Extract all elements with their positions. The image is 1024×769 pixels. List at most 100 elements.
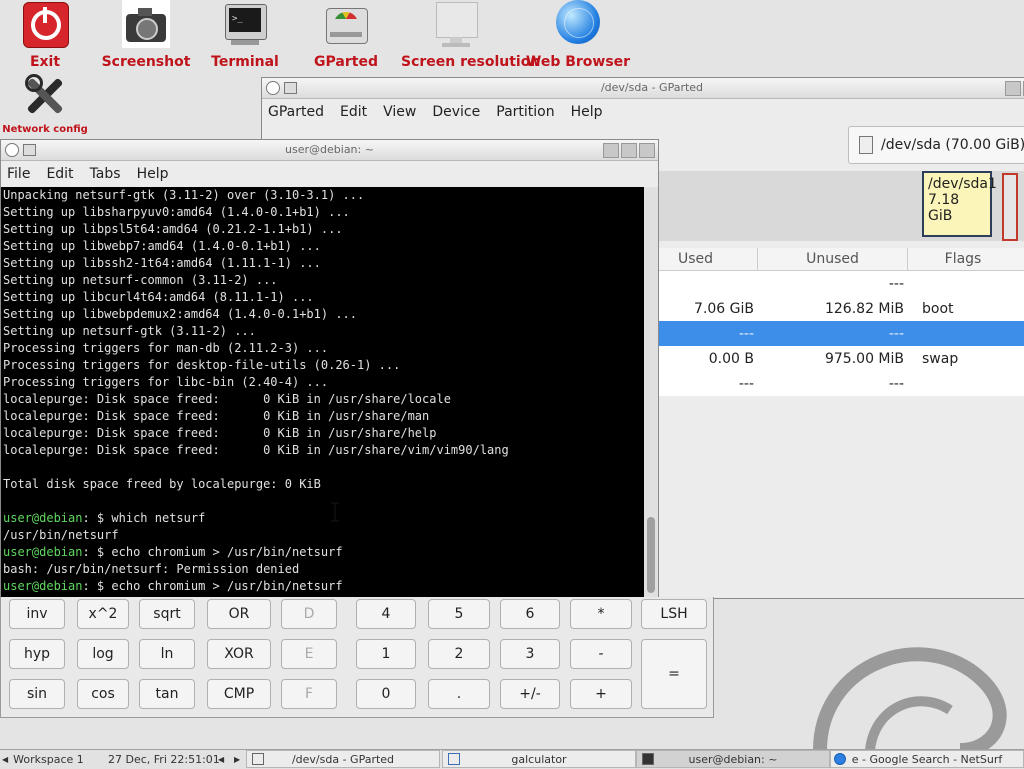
terminal-output-line: bash: /usr/bin/netsurf: Permission denie…	[3, 562, 300, 576]
partition-cell-used: ---	[738, 325, 754, 342]
calc-button[interactable]: D	[281, 599, 337, 629]
menu-partition[interactable]: Partition	[496, 104, 554, 120]
terminal-scrollbar[interactable]	[644, 187, 658, 597]
calc-button[interactable]: OR	[207, 599, 271, 629]
window-title: /dev/sda - GParted	[600, 81, 704, 94]
column-used[interactable]: Used	[658, 248, 758, 270]
calc-button[interactable]: cos	[77, 679, 129, 709]
menu-view[interactable]: View	[383, 104, 416, 120]
partition-row[interactable]: --- ---	[658, 321, 1024, 346]
calc-button[interactable]: E	[281, 639, 337, 669]
partition-block-name: /dev/sda1	[928, 176, 997, 192]
menu-help[interactable]: Help	[137, 166, 169, 182]
partition-row[interactable]: 7.06 GiB 126.82 MiB boot	[658, 296, 1024, 321]
task-scroll-left-icon[interactable]: ◀	[218, 750, 224, 768]
menu-device[interactable]: Device	[432, 104, 480, 120]
task-label: e - Google Search - NetSurf	[851, 752, 1003, 766]
partition-block-extended[interactable]	[1002, 173, 1018, 241]
desktop-icon-exit[interactable]: Exit	[0, 2, 100, 70]
desktop-icon-label: Screenshot	[101, 54, 191, 70]
calc-button[interactable]: CMP	[207, 679, 271, 709]
prompt-symbol: : $	[82, 545, 112, 559]
partition-cell-unused: 126.82 MiB	[824, 300, 904, 317]
minimize-button[interactable]	[1005, 81, 1021, 96]
terminal-output[interactable]: Unpacking netsurf-gtk (3.11-2) over (3.1…	[1, 187, 644, 597]
partition-row[interactable]: 0.00 B 975.00 MiB swap	[658, 346, 1024, 371]
calc-button[interactable]: sin	[9, 679, 65, 709]
desktop-icon-gparted[interactable]: GParted	[291, 2, 401, 70]
calc-button[interactable]: 3	[500, 639, 560, 669]
partition-block-sda1[interactable]: /dev/sda1 7.18 GiB	[922, 171, 997, 237]
column-unused[interactable]: Unused	[758, 248, 908, 270]
partition-table: Used Unused Flags --- 7.06 GiB 126.82 MiB b…	[658, 248, 1024, 396]
calc-button[interactable]: tan	[139, 679, 195, 709]
terminal-menubar: File Edit Tabs Help	[1, 161, 658, 187]
scrollbar-thumb[interactable]	[647, 517, 655, 593]
terminal-line: Processing triggers for man-db (2.11.2-3…	[3, 341, 329, 355]
disk-gauge-icon	[322, 2, 370, 50]
menu-file[interactable]: File	[7, 166, 30, 182]
device-selector[interactable]: /dev/sda (70.00 GiB) ▼	[848, 126, 1024, 164]
prompt-symbol: : $	[82, 579, 112, 593]
column-flags[interactable]: Flags	[908, 248, 1018, 270]
terminal-prompt-line: user@debian: $ which netsurf	[3, 510, 642, 527]
calc-button[interactable]: +	[570, 679, 632, 709]
task-gparted[interactable]: /dev/sda - GParted	[246, 750, 440, 768]
calc-button[interactable]: .	[428, 679, 490, 709]
gparted-titlebar[interactable]: /dev/sda - GParted	[262, 78, 1024, 99]
calc-button[interactable]: -	[570, 639, 632, 669]
desktop-icon-web-browser[interactable]: Web Browser	[523, 0, 633, 70]
clock[interactable]: 27 Dec, Fri 22:51:01	[108, 750, 220, 768]
maximize-button[interactable]	[621, 143, 637, 158]
partition-row[interactable]: ---	[658, 271, 1024, 296]
minimize-button[interactable]	[603, 143, 619, 158]
calc-button[interactable]: 1	[356, 639, 416, 669]
desktop-icon-label: Terminal	[211, 54, 279, 70]
calc-button[interactable]: log	[77, 639, 129, 669]
camera-icon	[122, 0, 170, 50]
menu-edit[interactable]: Edit	[46, 166, 73, 182]
prompt-command: echo chromium > /usr/bin/netsurf	[111, 579, 343, 593]
menu-edit[interactable]: Edit	[340, 104, 367, 120]
workspace-switcher[interactable]: ◀ Workspace 1	[2, 750, 84, 768]
task-terminal[interactable]: user@debian: ~	[636, 750, 830, 768]
calc-button[interactable]: *	[570, 599, 632, 629]
calc-button[interactable]: 6	[500, 599, 560, 629]
disk-icon	[859, 136, 873, 154]
task-label: /dev/sda - GParted	[291, 752, 395, 766]
globe-icon	[554, 0, 602, 50]
calc-button[interactable]: 0	[356, 679, 416, 709]
prompt-command: echo chromium > /usr/bin/netsurf	[111, 545, 343, 559]
calc-button[interactable]: sqrt	[139, 599, 195, 629]
calc-button[interactable]: F	[281, 679, 337, 709]
desktop-icon-terminal[interactable]: >_ Terminal	[190, 2, 300, 70]
partition-block-size: 7.18 GiB	[928, 192, 960, 224]
task-scroll-right-icon[interactable]: ▶	[234, 750, 240, 768]
calc-button[interactable]: 4	[356, 599, 416, 629]
calc-button[interactable]: XOR	[207, 639, 271, 669]
desktop-icon-network-config[interactable]: Network config	[0, 72, 100, 135]
device-selector-label: /dev/sda (70.00 GiB)	[881, 137, 1024, 153]
desktop-icon-label: Screen resolution	[401, 54, 541, 70]
calc-button[interactable]: +/-	[500, 679, 560, 709]
partition-cell-used: 7.06 GiB	[694, 300, 754, 317]
calc-button[interactable]: ln	[139, 639, 195, 669]
calc-button[interactable]: LSH	[641, 599, 707, 629]
desktop-icon-screenshot[interactable]: Screenshot	[91, 0, 201, 70]
calc-button[interactable]: 2	[428, 639, 490, 669]
calc-button[interactable]: x^2	[77, 599, 129, 629]
menu-gparted[interactable]: GParted	[268, 104, 324, 120]
menu-tabs[interactable]: Tabs	[90, 166, 121, 182]
partition-row[interactable]: --- ---	[658, 371, 1024, 396]
terminal-titlebar[interactable]: user@debian: ~	[1, 140, 658, 161]
calc-button[interactable]: hyp	[9, 639, 65, 669]
task-galculator[interactable]: galculator	[442, 750, 636, 768]
calc-button[interactable]: =	[641, 639, 707, 709]
calc-button[interactable]: 5	[428, 599, 490, 629]
close-button[interactable]	[639, 143, 655, 158]
menu-help[interactable]: Help	[571, 104, 603, 120]
task-netsurf[interactable]: e - Google Search - NetSurf	[830, 750, 1024, 768]
desktop-icon-screen-resolution[interactable]: Screen resolution	[401, 2, 541, 70]
calc-button[interactable]: inv	[9, 599, 65, 629]
